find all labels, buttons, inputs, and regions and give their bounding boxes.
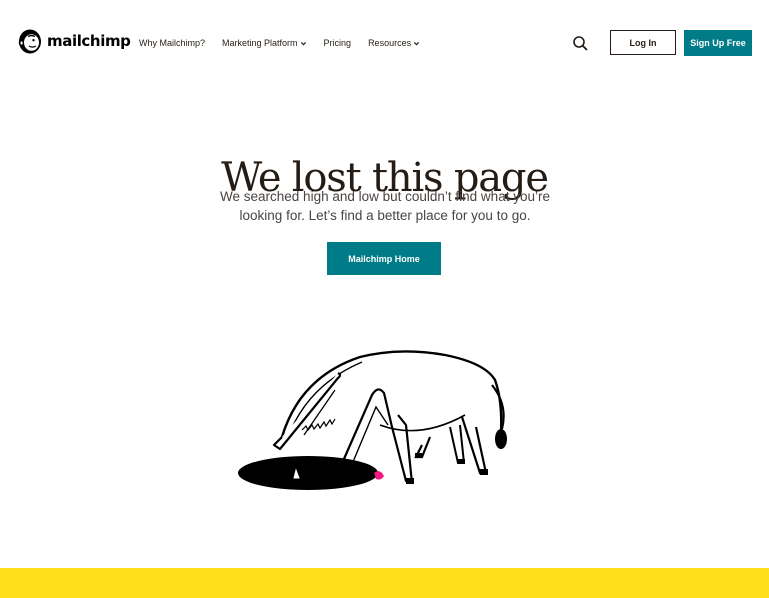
chevron-down-icon <box>300 41 306 45</box>
nav-why-label: Why Mailchimp? <box>139 38 206 48</box>
mailchimp-logo[interactable]: mailchimp <box>16 27 131 55</box>
login-button[interactable]: Log In <box>610 30 676 55</box>
nav-why-mailchimp[interactable]: Why Mailchimp? <box>139 38 205 48</box>
search-button[interactable] <box>572 35 589 52</box>
page: mailchimp Why Mailchimp? Marketing Platf… <box>0 0 769 598</box>
chevron-down-icon <box>414 41 420 45</box>
site-header: mailchimp Why Mailchimp? Marketing Platf… <box>0 0 769 86</box>
nav-resources-label: Resources <box>368 38 412 48</box>
error-description: We searched high and low but couldn’t fi… <box>220 189 550 223</box>
nav-marketing-platform[interactable]: Marketing Platform <box>222 38 307 48</box>
nav-resources[interactable]: Resources <box>368 38 420 48</box>
nav-marketing-label: Marketing Platform <box>222 38 298 48</box>
mailchimp-home-button[interactable]: Mailchimp Home <box>327 242 441 275</box>
main-nav: Why Mailchimp? Marketing Platform Pricin… <box>139 38 420 48</box>
nav-pricing-label: Pricing <box>323 38 352 48</box>
horse-in-hole-illustration <box>238 350 507 490</box>
nav-pricing[interactable]: Pricing <box>324 38 352 48</box>
signup-button[interactable]: Sign Up Free <box>684 30 752 56</box>
footer-yellow-bar <box>0 568 769 598</box>
search-icon <box>573 36 588 51</box>
mailchimp-freddie-icon <box>18 29 41 54</box>
logo-wordmark: mailchimp <box>47 32 131 50</box>
